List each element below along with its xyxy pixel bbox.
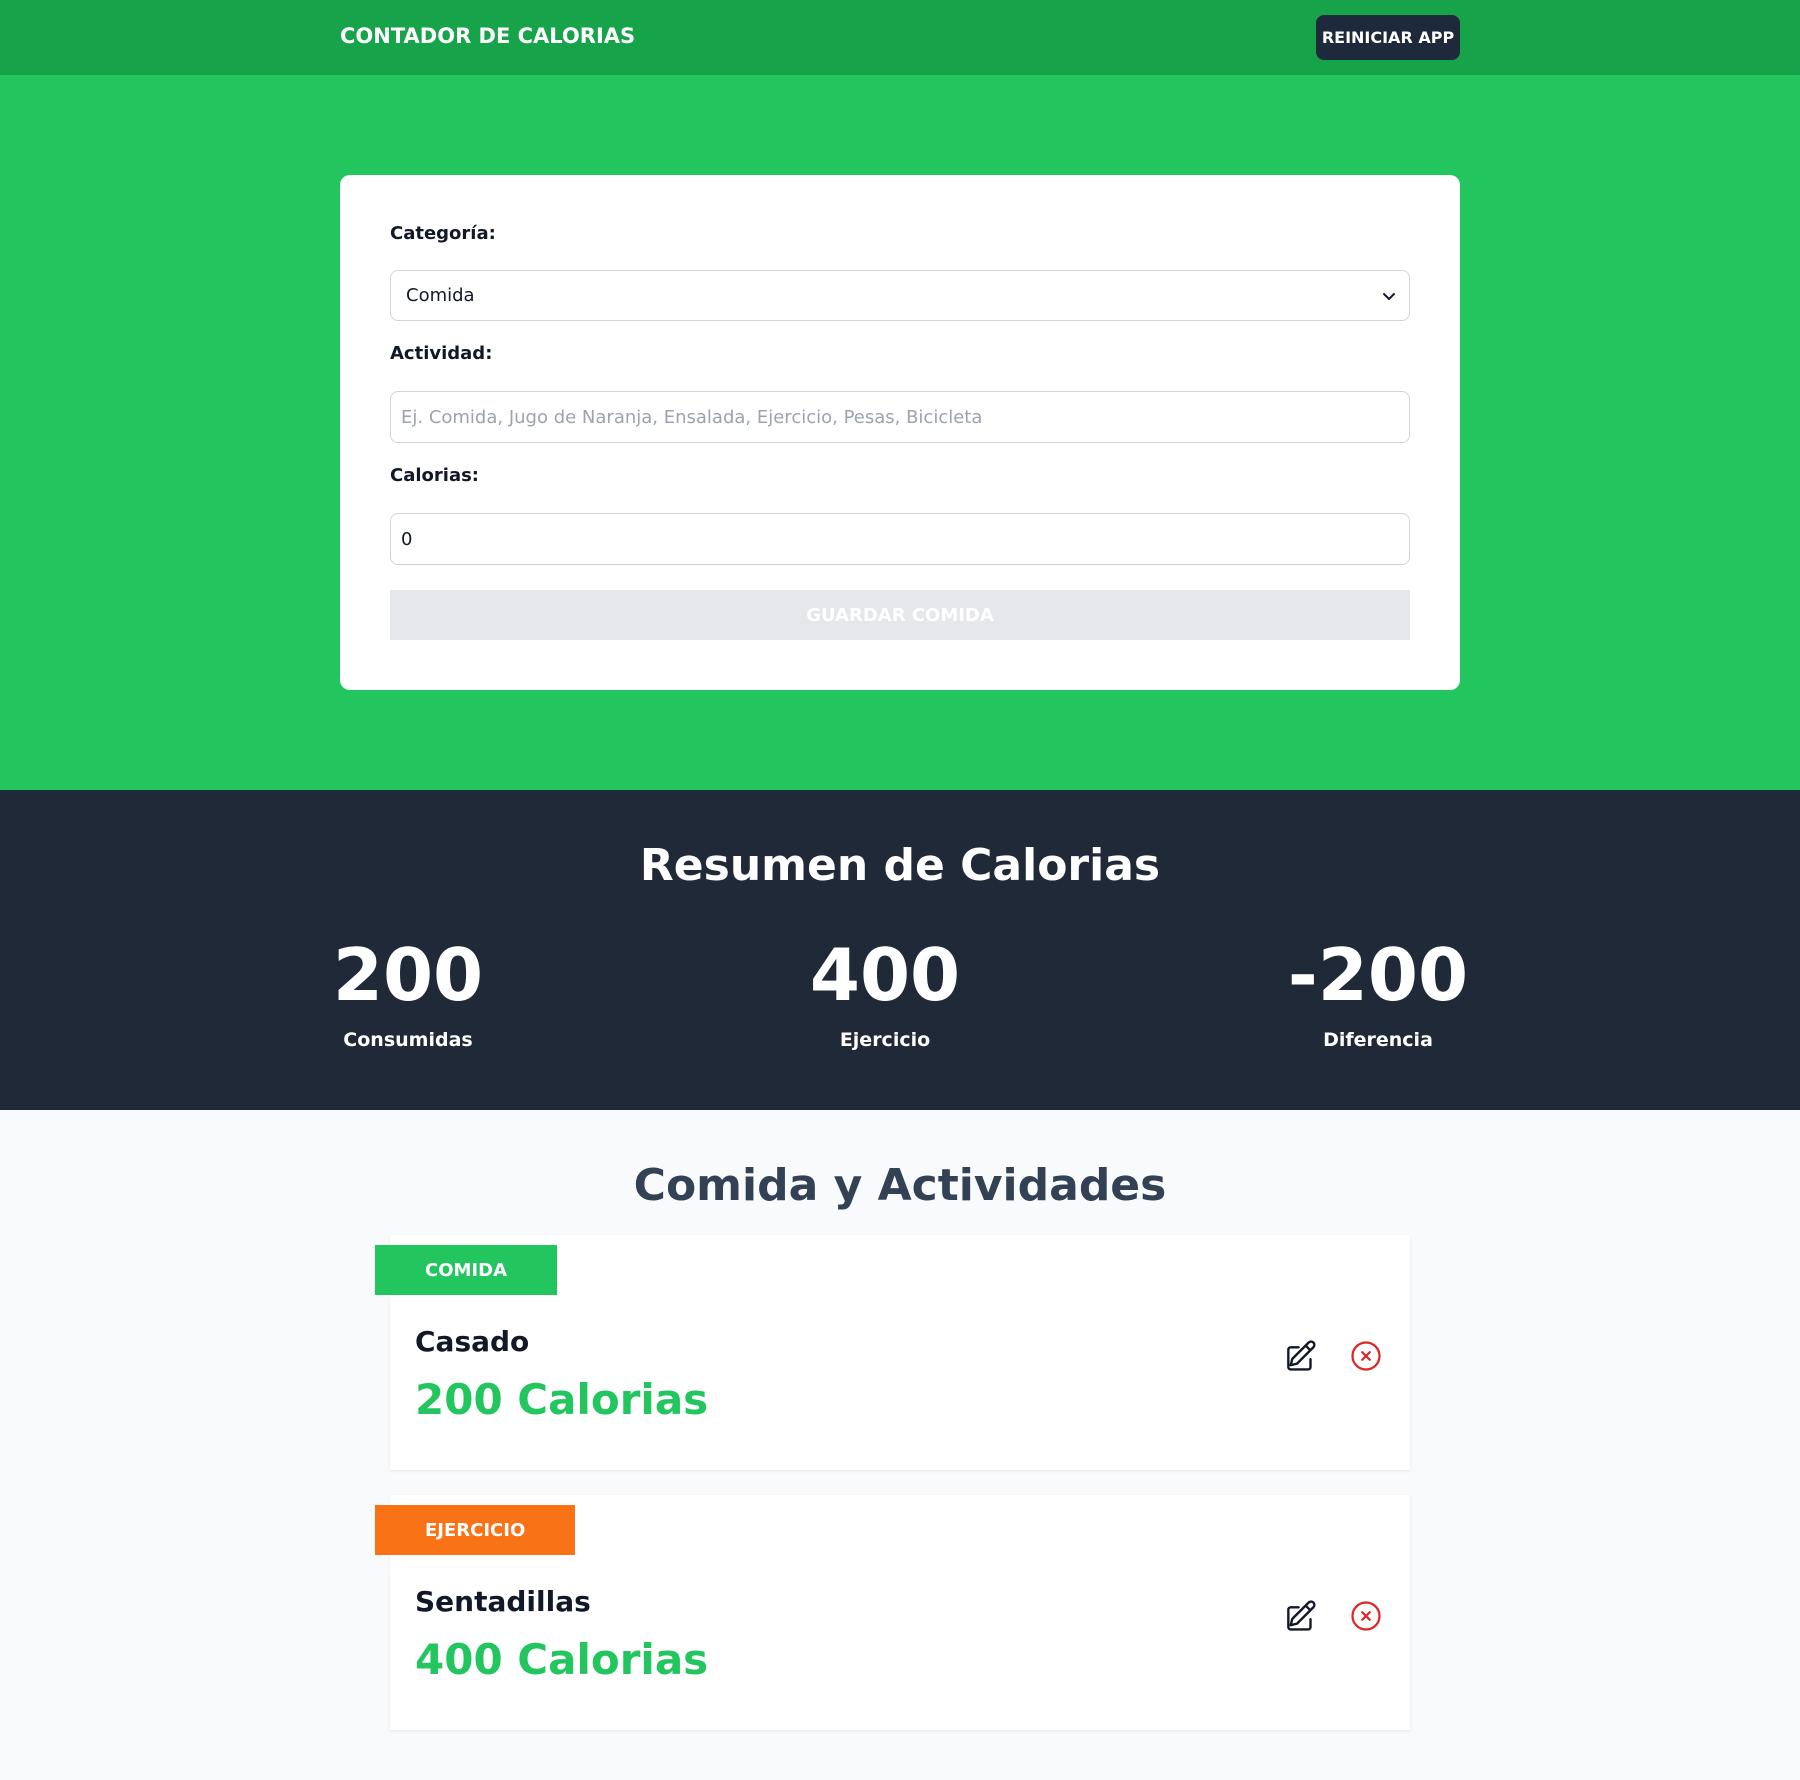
category-select-value: Comida	[406, 285, 475, 306]
activity-name: Sentadillas	[415, 1585, 591, 1618]
activity-calories: 200 Calorias	[415, 1375, 709, 1424]
difference-value: -200	[1287, 933, 1469, 1017]
exercise-value: 400	[809, 933, 961, 1017]
app-title: CONTADOR DE CALORIAS	[340, 24, 636, 48]
stat-consumed: 200 Consumidas	[258, 935, 558, 1051]
activity-form: Categoría: Comida Actividad: Calorias: G…	[340, 175, 1460, 690]
chevron-down-icon	[1383, 293, 1395, 300]
stat-difference: -200 Diferencia	[1228, 935, 1528, 1051]
activity-label: Actividad:	[390, 343, 493, 364]
calories-input[interactable]	[390, 513, 1410, 565]
reset-app-button[interactable]: REINICIAR APP	[1316, 15, 1460, 60]
stat-exercise: 400 Ejercicio	[735, 935, 1035, 1051]
category-badge: COMIDA	[375, 1245, 557, 1295]
top-navbar: CONTADOR DE CALORIAS REINICIAR APP	[0, 0, 1800, 75]
form-section: Categoría: Comida Actividad: Calorias: G…	[0, 75, 1800, 790]
activity-calories: 400 Calorias	[415, 1635, 709, 1684]
calorie-summary: Resumen de Calorias 200 Consumidas 400 E…	[0, 790, 1800, 1110]
activities-title: Comida y Actividades	[633, 1160, 1167, 1211]
x-circle-icon	[1351, 1341, 1381, 1371]
activity-card: EJERCICIO Sentadillas 400 Calorias	[375, 1495, 1410, 1730]
exercise-label: Ejercicio	[839, 1029, 931, 1051]
calories-label: Calorias:	[390, 465, 479, 486]
edit-button[interactable]	[1280, 1595, 1322, 1637]
delete-button[interactable]	[1345, 1595, 1387, 1637]
consumed-label: Consumidas	[343, 1029, 473, 1051]
edit-button[interactable]	[1280, 1335, 1322, 1377]
category-label: Categoría:	[390, 223, 496, 244]
consumed-value: 200	[332, 933, 484, 1017]
category-select[interactable]: Comida	[390, 270, 1410, 321]
activity-name: Casado	[415, 1325, 530, 1358]
pencil-square-icon	[1287, 1340, 1316, 1371]
difference-label: Diferencia	[1323, 1029, 1433, 1051]
save-food-button[interactable]: GUARDAR COMIDA	[390, 590, 1410, 640]
activity-card: COMIDA Casado 200 Calorias	[375, 1235, 1410, 1470]
pencil-square-icon	[1287, 1600, 1316, 1631]
category-badge: EJERCICIO	[375, 1505, 576, 1555]
delete-button[interactable]	[1345, 1335, 1387, 1377]
activity-input[interactable]	[390, 391, 1410, 443]
x-circle-icon	[1351, 1601, 1381, 1631]
summary-title: Resumen de Calorias	[639, 840, 1161, 891]
